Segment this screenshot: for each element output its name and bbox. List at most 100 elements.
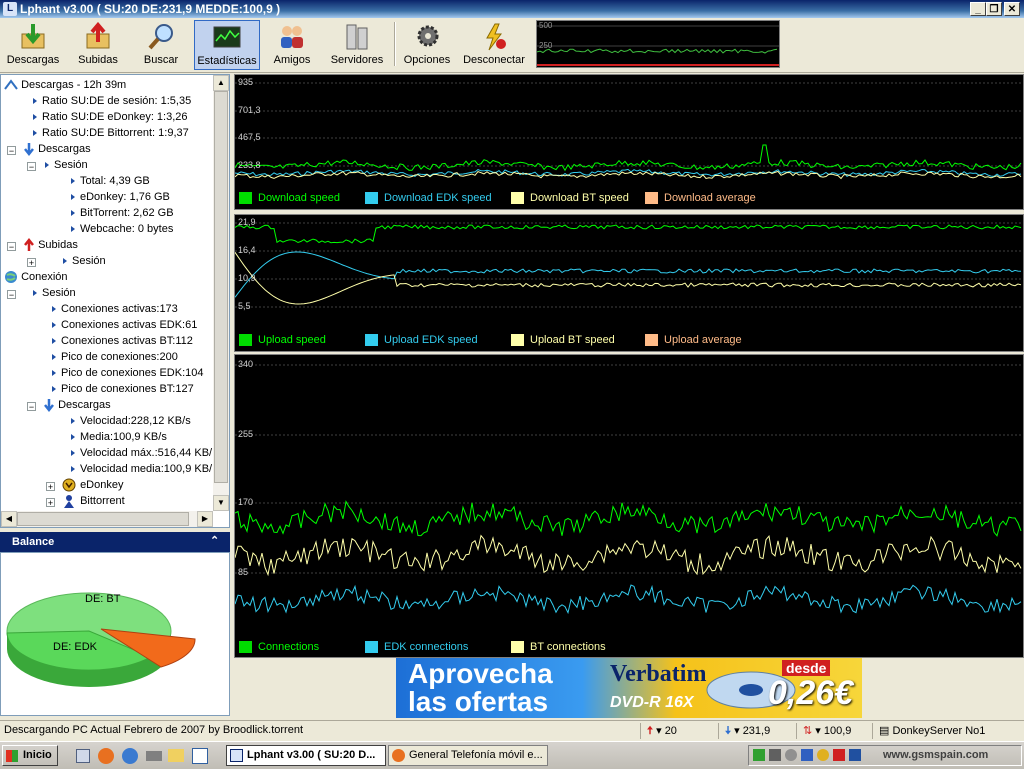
- down-arrow-icon: [24, 143, 34, 157]
- tree-node-ratio-bittorrent[interactable]: Ratio SU:DE Bittorrent: 1:9,37: [33, 125, 189, 141]
- tree-label: Sesión: [42, 287, 76, 299]
- tree-node-subidas-sesion[interactable]: Sesión: [63, 253, 106, 269]
- watermark: www.gsmspain.com: [883, 749, 989, 761]
- quicklaunch-desktop-icon[interactable]: [76, 749, 90, 763]
- tree-label: Descargas: [58, 399, 111, 411]
- average-icon: ⇅: [803, 725, 813, 737]
- scroll-left-button[interactable]: ◀: [1, 511, 17, 527]
- expand-toggle[interactable]: +: [46, 482, 55, 492]
- connections-line: [235, 500, 1022, 537]
- quicklaunch-media-icon[interactable]: [146, 751, 162, 761]
- tree-node-total[interactable]: Total: 4,39 GB: [71, 173, 150, 189]
- tree-label: Ratio SU:DE Bittorrent: 1:9,37: [42, 127, 189, 139]
- tray-bluetooth-icon[interactable]: [849, 749, 861, 761]
- status-average[interactable]: ⇅ ▾ 100,9: [796, 723, 872, 739]
- tree-node-webcache[interactable]: Webcache: 0 bytes: [71, 221, 173, 237]
- tray-alert-icon[interactable]: [833, 749, 845, 761]
- tree-node-downloads-root[interactable]: Descargas - 12h 39m: [4, 77, 126, 93]
- tree-node-conexiones-activas-edk[interactable]: Conexiones activas EDK:61: [52, 317, 197, 333]
- tree-node-conexion-descargas[interactable]: Descargas: [43, 397, 111, 413]
- close-button[interactable]: ✕: [1004, 2, 1020, 16]
- collapse-toggle[interactable]: −: [27, 402, 36, 412]
- tray-network-icon[interactable]: [753, 749, 765, 761]
- advertisement-banner[interactable]: Aprovecha las ofertas Verbatim DVD-R 16X…: [396, 658, 862, 718]
- disconnect-button[interactable]: Desconectar: [460, 20, 528, 70]
- tree-node-descargas[interactable]: Descargas: [23, 141, 91, 157]
- legend-label: EDK connections: [384, 641, 469, 653]
- legend-swatch: [365, 641, 378, 654]
- tree-node-pico-conexiones-bt[interactable]: Pico de conexiones BT:127: [52, 381, 194, 397]
- expand-toggle[interactable]: +: [27, 258, 36, 268]
- collapse-toggle[interactable]: −: [27, 162, 36, 172]
- search-button[interactable]: Buscar: [134, 20, 188, 70]
- gear-icon: [417, 25, 439, 47]
- statistics-tree[interactable]: Descargas - 12h 39m Ratio SU:DE de sesió…: [0, 74, 230, 528]
- collapse-chevron-icon[interactable]: ⌃: [210, 534, 219, 547]
- tree-node-descargas-sesion[interactable]: Sesión: [45, 157, 88, 173]
- tree-label: Velocidad:228,12 KB/s: [80, 415, 191, 427]
- uploads-button[interactable]: Subidas: [70, 20, 126, 70]
- minimize-button[interactable]: _: [970, 2, 986, 16]
- collapse-toggle[interactable]: −: [7, 290, 16, 300]
- tree-node-pico-conexiones-edk[interactable]: Pico de conexiones EDK:104: [52, 365, 203, 381]
- download-speed-line: [235, 144, 1022, 172]
- tree-node-velocidad[interactable]: Velocidad:228,12 KB/s: [71, 413, 191, 429]
- expand-toggle[interactable]: +: [46, 498, 55, 508]
- scroll-right-button[interactable]: ▶: [197, 511, 213, 527]
- scroll-thumb[interactable]: [17, 512, 189, 526]
- legend-swatch: [645, 192, 658, 205]
- options-button[interactable]: Opciones: [400, 20, 454, 70]
- quicklaunch-ie-icon[interactable]: [122, 748, 138, 764]
- tree-node-media[interactable]: Media:100,9 KB/s: [71, 429, 167, 445]
- downloads-button[interactable]: Descargas: [4, 20, 62, 70]
- tree-node-ratio-edonkey[interactable]: Ratio SU:DE eDonkey: 1:3,26: [33, 109, 188, 125]
- tree-node-bittorrent[interactable]: Bittorrent: [61, 493, 125, 509]
- tree-node-velocidad-max[interactable]: Velocidad máx.:516,44 KB/: [71, 445, 212, 461]
- tree-node-bittorrent-total[interactable]: BitTorrent: 2,62 GB: [71, 205, 174, 221]
- tree-label: Webcache: 0 bytes: [80, 223, 174, 235]
- start-button[interactable]: Inicio: [2, 745, 58, 766]
- tray-clock-icon[interactable]: [785, 749, 797, 761]
- maximize-button[interactable]: ❐: [986, 2, 1002, 16]
- dropdown-icon: ▾: [734, 725, 740, 737]
- tree-node-conexiones-activas[interactable]: Conexiones activas:173: [52, 301, 178, 317]
- scroll-thumb[interactable]: [214, 91, 228, 483]
- servers-button[interactable]: Servidores: [326, 20, 388, 70]
- tray-app-icon[interactable]: [801, 749, 813, 761]
- upload-bt-line: [235, 252, 1022, 305]
- tree-node-conexiones-activas-bt[interactable]: Conexiones activas BT:112: [52, 333, 193, 349]
- status-server[interactable]: ▤ DonkeyServer No1: [872, 723, 1024, 739]
- balance-panel-header[interactable]: Balance ⌃: [0, 532, 230, 552]
- quicklaunch-firefox-icon[interactable]: [98, 748, 114, 764]
- collapse-toggle[interactable]: −: [7, 146, 16, 156]
- scroll-up-button[interactable]: ▲: [213, 75, 229, 91]
- tree-node-pico-conexiones[interactable]: Pico de conexiones:200: [52, 349, 178, 365]
- taskbar-item-browser[interactable]: General Telefonía móvil e...: [388, 745, 548, 766]
- lightning-icon: [486, 23, 506, 51]
- status-upload[interactable]: 🠅 ▾ 20: [640, 723, 718, 739]
- quicklaunch-folder-icon[interactable]: [168, 749, 184, 762]
- legend-swatch: [511, 334, 524, 347]
- friends-button[interactable]: Amigos: [266, 20, 318, 70]
- scroll-down-button[interactable]: ▼: [213, 495, 229, 511]
- tree-vertical-scrollbar[interactable]: ▲ ▼: [213, 75, 229, 511]
- collapse-toggle[interactable]: −: [7, 242, 16, 252]
- tree-node-conexion[interactable]: Conexión: [4, 269, 68, 285]
- tree-node-edonkey[interactable]: eDonkey: [61, 477, 123, 493]
- legend-label: Download BT speed: [530, 192, 629, 204]
- upload-speed-graph: 21,9 16,4 10,9 5,5 Upload speed Upload E…: [234, 214, 1024, 352]
- statistics-button[interactable]: Estadísticas: [194, 20, 260, 70]
- tree-node-ratio-session[interactable]: Ratio SU:DE de sesión: 1:5,35: [33, 93, 191, 109]
- tray-volume-icon[interactable]: [769, 749, 781, 761]
- taskbar-item-lphant[interactable]: Lphant v3.00 ( SU:20 D...: [226, 745, 386, 766]
- tree-node-velocidad-media[interactable]: Velocidad media:100,9 KB/: [71, 461, 212, 477]
- disconnect-label: Desconectar: [463, 54, 525, 66]
- quicklaunch-app-icon[interactable]: [192, 748, 208, 764]
- tray-messenger-icon[interactable]: [817, 749, 829, 761]
- tree-horizontal-scrollbar[interactable]: ◀ ▶: [1, 511, 213, 527]
- tree-node-subidas[interactable]: Subidas: [23, 237, 78, 253]
- tree-node-conexion-sesion[interactable]: Sesión: [33, 285, 76, 301]
- tree-node-edonkey-total[interactable]: eDonkey: 1,76 GB: [71, 189, 170, 205]
- status-download[interactable]: 🠇 ▾ 231,9: [718, 723, 796, 739]
- legend-label: BT connections: [530, 641, 606, 653]
